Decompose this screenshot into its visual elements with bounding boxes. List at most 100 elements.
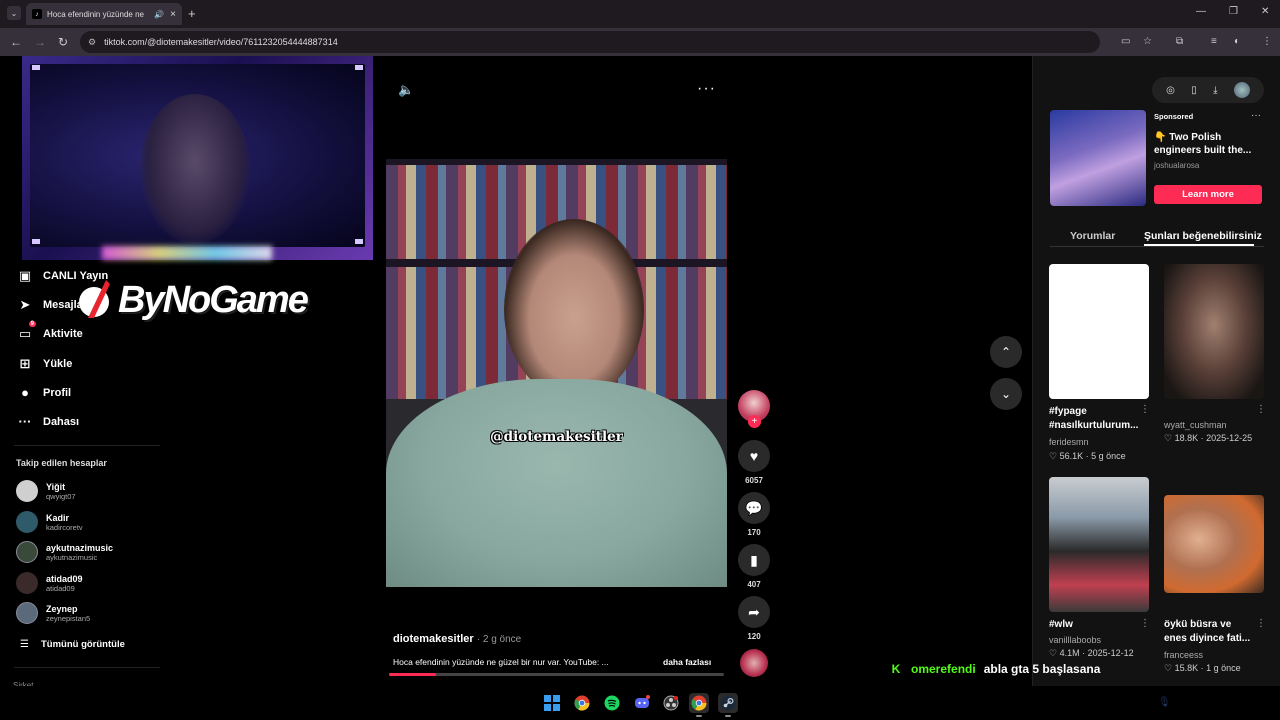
reading-list-icon[interactable]: ≡ <box>1211 36 1217 47</box>
video-caption: Hoca efendinin yüzünde ne güzel bir nur … <box>393 657 609 667</box>
speaker-icon[interactable]: 🔊 <box>154 10 164 19</box>
frame-corner <box>32 239 40 244</box>
browser-menu-icon[interactable]: ⋮ <box>1262 36 1272 47</box>
reload-icon[interactable]: ↻ <box>58 35 68 49</box>
account-handle: kadircoretv <box>46 522 83 532</box>
chrome-window-icon[interactable] <box>689 693 709 713</box>
minimize-icon[interactable]: — <box>1196 6 1206 17</box>
browser-tab[interactable]: ♪ Hoca efendinin yüzünde ne 🔊 × <box>26 3 182 25</box>
back-icon[interactable]: ← <box>10 35 22 49</box>
following-account-atidad09[interactable]: atidad09 atidad09 <box>16 572 83 594</box>
site-info-icon[interactable]: ⚙ <box>88 37 96 48</box>
comment-count: 170 <box>747 528 761 537</box>
url-field[interactable]: ⚙ tiktok.com/@diotemakesitler/video/7611… <box>80 31 1100 53</box>
windows-start-icon[interactable] <box>542 693 562 713</box>
suggestion-title[interactable]: #fypage #nasılkurtulurum... <box>1049 405 1139 433</box>
video-subject-body <box>386 379 727 587</box>
forward-icon[interactable]: → <box>34 35 46 49</box>
url-text: tiktok.com/@diotemakesitler/video/761123… <box>104 37 338 47</box>
sidebar-divider <box>14 445 160 446</box>
restore-icon[interactable]: ❐ <box>1229 6 1238 17</box>
sidebar-item-upload[interactable]: ⊞ Yükle <box>16 356 73 372</box>
video-progress-fill <box>389 673 436 676</box>
previous-video-button[interactable]: ⌃ <box>990 336 1022 368</box>
account-handle: atidad09 <box>46 583 75 593</box>
suggestion-user[interactable]: feridesmn <box>1049 437 1089 447</box>
suggestion-options-icon[interactable]: ⋮ <box>1256 618 1266 629</box>
close-window-icon[interactable]: ✕ <box>1261 6 1269 17</box>
chrome-icon[interactable] <box>572 693 592 713</box>
suggestion-user[interactable]: wyatt_cushman <box>1164 420 1227 430</box>
following-account-aykutnazimusic[interactable]: aykutnazimusic aykutnazimusic <box>16 541 113 563</box>
suggestion-thumbnail[interactable] <box>1164 495 1264 593</box>
suggestion-options-icon[interactable]: ⋮ <box>1256 404 1266 415</box>
microphone-icon[interactable]: 🎙 <box>1158 697 1171 708</box>
kick-icon: K <box>891 662 901 676</box>
cast-icon[interactable]: ▭ <box>1121 36 1130 47</box>
follow-plus-icon[interactable]: + <box>748 415 761 428</box>
suggestion-thumbnail[interactable] <box>1049 477 1149 612</box>
sidebar-item-messages[interactable]: ➤ Mesajlar <box>16 297 87 313</box>
tab-search-icon[interactable]: ⌄ <box>7 6 21 20</box>
video-progress-bar[interactable] <box>389 673 724 676</box>
ad-options-icon[interactable]: ··· <box>1251 110 1261 121</box>
sidebar-item-more[interactable]: ··· Dahası <box>16 414 80 429</box>
video-more-icon[interactable]: ··· <box>697 80 716 98</box>
close-tab-icon[interactable]: × <box>170 9 176 20</box>
upload-icon: ⊞ <box>19 356 31 371</box>
suggestion-thumbnail[interactable] <box>1164 264 1264 399</box>
avatar <box>16 572 38 594</box>
tab-baseline <box>1050 246 1264 247</box>
suggestion-meta: ♡ 18.8K · 2025-12-25 <box>1164 433 1252 444</box>
suggestion-options-icon[interactable]: ⋮ <box>1140 618 1150 629</box>
author-name: diotemakesitler <box>393 633 474 645</box>
compass-icon[interactable]: ◎ <box>1166 85 1175 96</box>
suggestion-user[interactable]: franceess <box>1164 650 1203 660</box>
share-button[interactable]: ➦ <box>738 596 770 628</box>
next-video-button[interactable]: ⌄ <box>990 378 1022 410</box>
suggestion-title[interactable]: öykü büsra ve enes diyince fati... <box>1164 618 1256 646</box>
frame-glow <box>102 246 272 260</box>
caption-more-button[interactable]: daha fazlası <box>663 657 711 667</box>
tab-suggested[interactable]: Şunları beğenebilirsiniz <box>1144 230 1262 242</box>
extensions-icon[interactable]: ⧉ <box>1176 36 1183 47</box>
suggestion-thumbnail[interactable] <box>1049 264 1149 399</box>
account-handle: aykutnazimusic <box>46 552 98 562</box>
following-account-yigit[interactable]: Yiğit qwyigt07 <box>16 480 76 502</box>
music-disc[interactable] <box>740 649 768 677</box>
volume-icon[interactable]: 🔈 <box>398 82 414 98</box>
video-player[interactable]: @diotemakesitler <box>386 159 727 587</box>
save-button[interactable]: ▮ <box>738 544 770 576</box>
steam-icon[interactable] <box>718 693 738 713</box>
ad-title[interactable]: 👇 Two Polish engineers built the... <box>1154 131 1259 157</box>
spotify-icon[interactable] <box>602 693 622 713</box>
more-icon: ··· <box>18 414 32 429</box>
download-icon[interactable]: ⤓ <box>1213 85 1217 96</box>
see-all-following-button[interactable]: ☰ Tümünü görüntüle <box>20 639 125 650</box>
profile-avatar-icon[interactable]: ◐ <box>1234 36 1240 47</box>
sidebar-item-label: Aktivite <box>43 328 83 340</box>
video-author[interactable]: diotemakesitler · 2 g önce <box>393 633 521 645</box>
discord-icon[interactable] <box>632 693 652 713</box>
following-account-zeynep[interactable]: Zeynep zeynepistan5 <box>16 602 90 624</box>
post-date: · 5 g önce <box>1085 451 1126 461</box>
ad-learn-more-button[interactable]: Learn more <box>1154 185 1262 204</box>
suggestion-options-icon[interactable]: ⋮ <box>1140 404 1150 415</box>
suggestion-title[interactable]: #wlw <box>1049 618 1139 632</box>
obs-icon[interactable] <box>661 693 681 713</box>
phone-icon[interactable]: ▯ <box>1191 85 1197 96</box>
ad-handle[interactable]: joshualarosa <box>1154 161 1199 170</box>
new-tab-icon[interactable]: + <box>188 6 196 21</box>
tab-comments[interactable]: Yorumlar <box>1070 230 1115 242</box>
avatar <box>16 602 38 624</box>
like-button[interactable]: ♥ <box>738 440 770 472</box>
bookmark-star-icon[interactable]: ☆ <box>1143 36 1152 47</box>
suggestion-user[interactable]: vanilllaboobs <box>1049 635 1101 645</box>
following-account-kadir[interactable]: Kadir kadircoretv <box>16 511 83 533</box>
sidebar-item-activity[interactable]: ▭ 9 Aktivite <box>16 321 83 342</box>
user-avatar[interactable] <box>1233 82 1250 98</box>
sidebar-item-profile[interactable]: ● Profil <box>16 385 71 400</box>
ad-thumbnail[interactable] <box>1050 110 1146 206</box>
comment-button[interactable]: 💬 <box>738 492 770 524</box>
see-all-label: Tümünü görüntüle <box>40 639 125 650</box>
